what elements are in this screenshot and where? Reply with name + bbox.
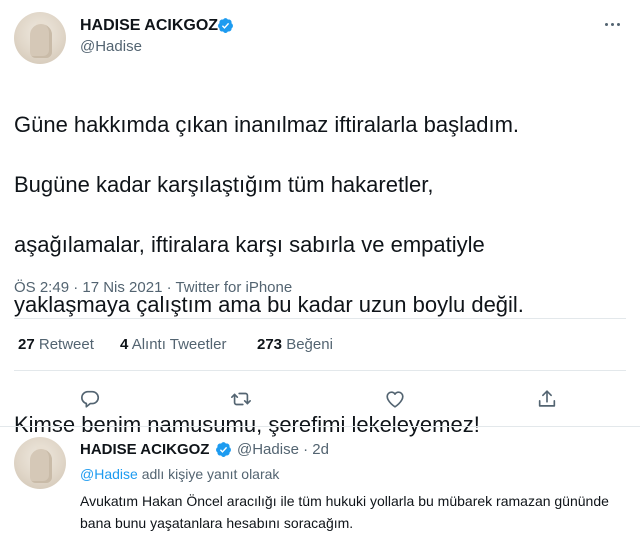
tweet-text-line: Güne hakkımda çıkan inanılmaz iftiralarl…	[14, 112, 520, 137]
like-icon	[386, 391, 404, 408]
quote-tweet-count[interactable]: 4 Alıntı Tweetler	[120, 336, 226, 353]
tweet-text-line: aşağılamalar, iftiralara karşı sabırla v…	[14, 232, 485, 257]
share-icon	[538, 390, 556, 407]
verified-badge-icon	[218, 18, 233, 33]
verified-badge-icon	[216, 442, 231, 457]
replying-to: @Hadise adlı kişiye yanıt olarak	[80, 466, 279, 482]
display-name[interactable]: HADISE ACIKGOZ	[80, 17, 218, 35]
avatar[interactable]	[14, 12, 66, 64]
reply-display-name[interactable]: HADISE ACIKGOZ	[80, 441, 209, 458]
replying-suffix: adlı kişiye yanıt olarak	[141, 466, 280, 482]
like-button[interactable]	[380, 384, 410, 414]
handle[interactable]: @Hadise	[80, 38, 142, 55]
more-options-icon[interactable]	[600, 14, 624, 34]
reply-icon	[81, 390, 100, 408]
divider	[14, 370, 626, 371]
reply-button[interactable]	[75, 384, 105, 414]
tweet-text-line: Kimse benim namusumu, şerefimi lekeleyem…	[14, 412, 480, 437]
main-tweet: HADISE ACIKGOZ @Hadise Güne hakkımda çık…	[0, 0, 640, 437]
retweet-count[interactable]: 27 Retweet	[18, 336, 94, 353]
tweet-timestamp[interactable]: ÖS 2:49 · 17 Nis 2021 · Twitter for iPho…	[14, 279, 292, 296]
tweet-text-line	[14, 350, 624, 380]
divider	[0, 426, 640, 427]
reply-handle-time[interactable]: @Hadise · 2d	[237, 441, 329, 458]
like-count[interactable]: 273 Beğeni	[257, 336, 333, 353]
retweet-button[interactable]	[226, 384, 256, 414]
retweet-icon	[231, 392, 251, 406]
reply-text: Avukatım Hakan Öncel aracılığı ile tüm h…	[80, 493, 609, 531]
tweet-text-line: Bugüne kadar karşılaştığım tüm hakaretle…	[14, 172, 434, 197]
avatar[interactable]	[14, 437, 66, 489]
divider	[14, 318, 626, 319]
share-button[interactable]	[532, 384, 562, 414]
replying-mention[interactable]: @Hadise	[80, 466, 138, 482]
